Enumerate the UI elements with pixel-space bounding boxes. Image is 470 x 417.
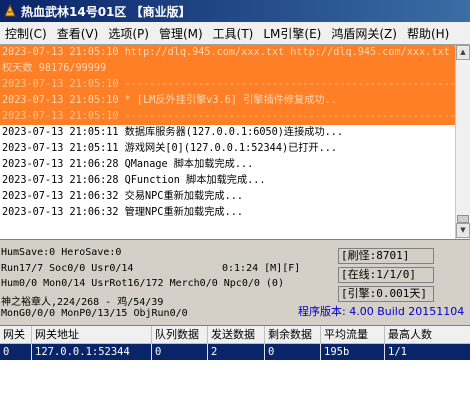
menu-bar: 控制(C) 查看(V) 选项(P) 管理(M) 工具(T) LM引擎(E) 鸿盾… — [0, 22, 470, 45]
brush-counter: [刷怪:8701] — [338, 248, 434, 264]
log-line: 2023-07-13 21:05:10 http://dlq.945.com/x… — [0, 45, 455, 61]
scroll-thumb[interactable] — [457, 215, 469, 223]
log-line: 2023-07-13 21:06:32 交易NPC重新加载完成... — [2, 191, 243, 202]
log-line: 2023-07-13 21:05:10 * [LM反外挂引擎v3.6] 引擎插件… — [0, 93, 455, 109]
col-sent[interactable]: 发送数据 — [208, 326, 265, 343]
scroll-up-icon[interactable]: ▲ — [456, 45, 470, 60]
status-save: HumSave:0 HeroSave:0 — [1, 247, 122, 258]
log-line: 2023-07-13 21:05:10 --------------------… — [0, 109, 455, 125]
status-char: 神之裕章人,224/268 - 鸡/54/39 — [1, 297, 164, 308]
window-title: 热血武林14号01区 【商业版】 — [21, 4, 191, 19]
log-line: 2023-07-13 21:05:10 --------------------… — [0, 77, 455, 93]
table-header: 网关 网关地址 队列数据 发送数据 剩余数据 平均流量 最高人数 — [0, 326, 470, 344]
gateway-table: 网关 网关地址 队列数据 发送数据 剩余数据 平均流量 最高人数 0 127.0… — [0, 325, 470, 417]
online-counter: [在线:1/1/0] — [338, 267, 434, 283]
title-bar: 热血武林14号01区 【商业版】 — [0, 0, 470, 22]
col-remaining[interactable]: 剩余数据 — [265, 326, 321, 343]
cell-address: 127.0.0.1:52344 — [32, 344, 152, 360]
menu-lm-engine[interactable]: LM引擎(E) — [258, 25, 326, 42]
log-line: 2023-07-13 21:05:11 数据库服务器(127.0.0.1:605… — [2, 127, 344, 138]
log-line: 2023-07-13 21:06:28 QManage 脚本加载完成... — [2, 159, 254, 170]
log-panel[interactable]: 2023-07-13 21:05:10 http://dlq.945.com/x… — [0, 45, 455, 239]
menu-view[interactable]: 查看(V) — [52, 25, 104, 42]
status-run: Run17/7 Soc0/0 Usr0/14 — [1, 263, 134, 274]
log-line: 2023-07-13 21:06:28 QFunction 脚本加载完成... — [2, 175, 266, 186]
version-label: 程序版本: 4.00 Build 20151104 — [298, 305, 465, 318]
status-mon: MonG0/0/0 MonP0/13/15 ObjRun0/0 — [1, 308, 188, 319]
app-icon — [4, 4, 16, 17]
log-scrollbar[interactable]: ▲ ▼ — [455, 45, 470, 239]
status-uptime: 0:1:24 [M][F] — [222, 263, 301, 274]
status-hum: Hum0/0 Mon0/14 UsrRot16/172 Merch0/0 Npc… — [1, 278, 284, 289]
scroll-down-icon[interactable]: ▼ — [456, 223, 470, 238]
col-gateway[interactable]: 网关 — [0, 326, 32, 343]
menu-options[interactable]: 选项(P) — [103, 25, 154, 42]
log-line: 2023-07-13 21:05:11 游戏网关[0](127.0.0.1:52… — [2, 143, 338, 154]
log-line: 权天数 98176/99999 — [0, 61, 455, 77]
log-line: 2023-07-13 21:06:32 管理NPC重新加载完成... — [2, 207, 243, 218]
engine-days: [引擎:0.001天] — [338, 286, 434, 302]
col-max-users[interactable]: 最高人数 — [385, 326, 470, 343]
table-row[interactable]: 0 127.0.0.1:52344 0 2 0 195b 1/1 — [0, 344, 470, 360]
menu-control[interactable]: 控制(C) — [0, 25, 52, 42]
cell-sent: 2 — [208, 344, 265, 360]
menu-manage[interactable]: 管理(M) — [154, 25, 208, 42]
col-address[interactable]: 网关地址 — [32, 326, 152, 343]
menu-tools[interactable]: 工具(T) — [208, 25, 259, 42]
cell-remaining: 0 — [265, 344, 321, 360]
menu-help[interactable]: 帮助(H) — [402, 25, 454, 42]
menu-gateway[interactable]: 鸿盾网关(Z) — [326, 25, 402, 42]
cell-avg-traffic: 195b — [321, 344, 385, 360]
status-panel: HumSave:0 HeroSave:0 Run17/7 Soc0/0 Usr0… — [0, 245, 470, 325]
col-avg-traffic[interactable]: 平均流量 — [321, 326, 385, 343]
col-queue[interactable]: 队列数据 — [152, 326, 208, 343]
cell-max-users: 1/1 — [388, 346, 407, 358]
cell-queue: 0 — [152, 344, 208, 360]
cell-gateway: 0 — [0, 344, 32, 360]
